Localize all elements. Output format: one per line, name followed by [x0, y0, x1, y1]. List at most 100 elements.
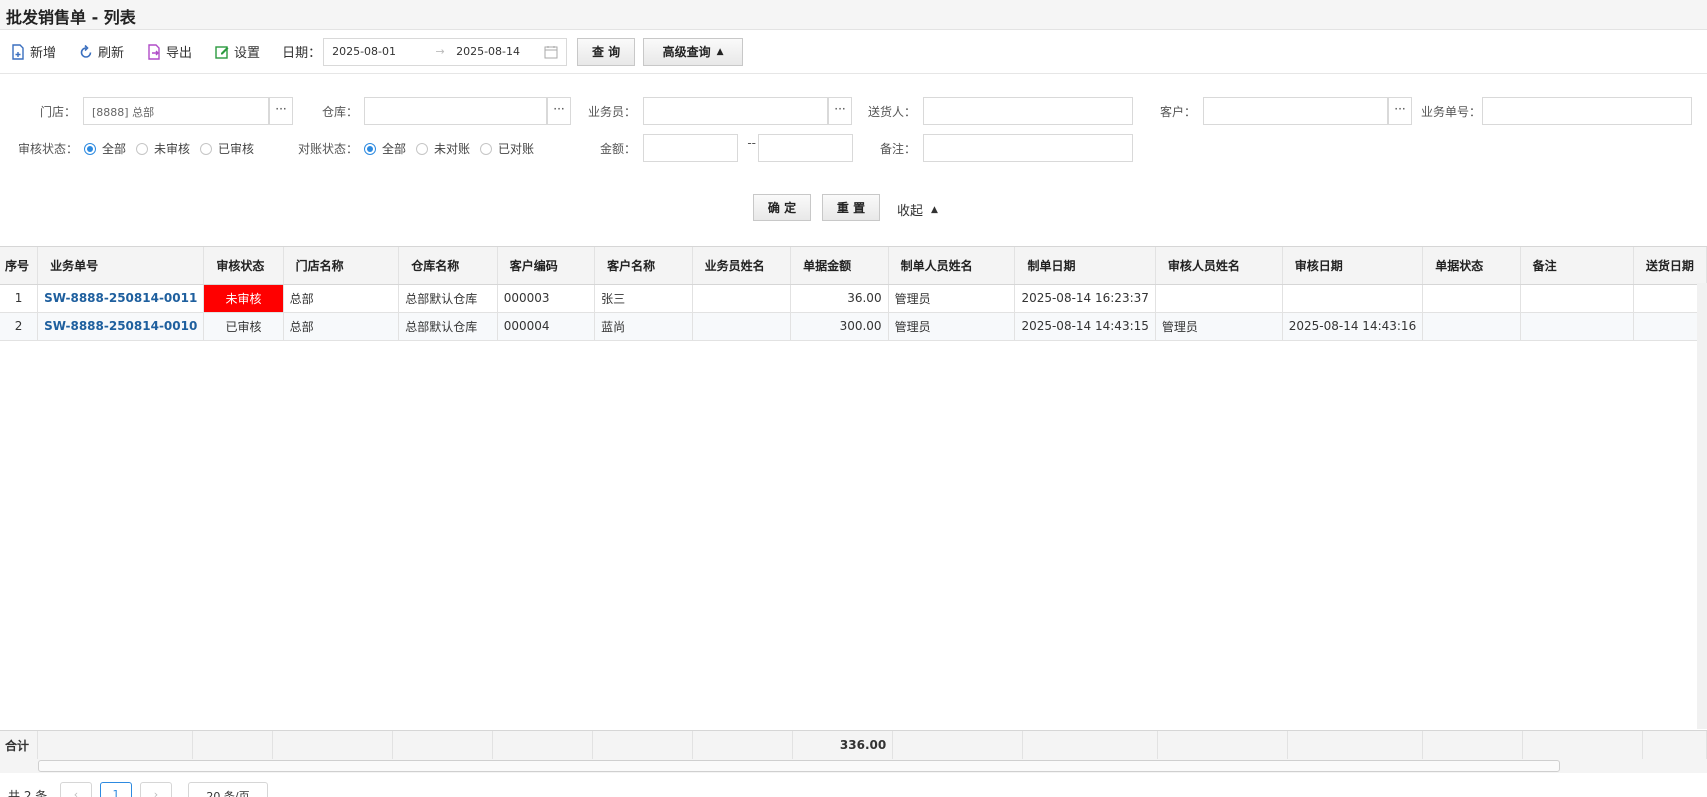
amount-to-input[interactable]	[758, 134, 853, 162]
salesman-label: 业务员：	[587, 105, 636, 119]
cell-customer-name: 蓝尚	[594, 312, 693, 341]
date-range-picker[interactable]: 2025-08-01 → 2025-08-14	[323, 37, 568, 66]
col-header[interactable]: 序号	[0, 247, 39, 285]
cell-customer-code: 000003	[497, 284, 596, 313]
warehouse-input[interactable]	[364, 97, 547, 125]
cell-store: 总部	[283, 312, 400, 341]
toolbar: 新增 刷新 导出 设置 日期： 2025-08-01 → 2025-08-14 …	[0, 30, 1707, 74]
col-header[interactable]: 审核日期	[1282, 247, 1424, 285]
advanced-query-label: 高级查询	[662, 45, 711, 59]
cell-amount: 300.00	[790, 312, 889, 341]
cell-customer-code: 000004	[497, 312, 596, 341]
pagination: 共 2 条 ‹ 1 › 20 条/页	[0, 782, 1707, 797]
totals-row: 合计 336.00	[0, 730, 1707, 760]
recon-radio-reconciled[interactable]: 已对账	[480, 140, 534, 157]
cell-auditor	[1155, 284, 1283, 313]
cell-audit-status: 已审核	[203, 312, 284, 341]
prev-page-button[interactable]: ‹	[60, 782, 92, 797]
col-header[interactable]: 送货日期	[1633, 247, 1707, 285]
reset-button[interactable]: 重 置	[822, 194, 880, 221]
cell-audit-status: 未审核	[203, 284, 284, 313]
amount-separator: --	[747, 136, 756, 150]
next-page-button[interactable]: ›	[140, 782, 172, 797]
page-title: 批发销售单 - 列表	[6, 8, 136, 27]
recon-radio-unreconciled[interactable]: 未对账	[416, 140, 470, 157]
settings-button[interactable]: 设置	[214, 42, 260, 61]
remark-label: 备注：	[879, 142, 916, 156]
settings-label: 设置	[234, 46, 261, 61]
page-number-button[interactable]: 1	[100, 782, 132, 797]
warehouse-picker-button[interactable]: ···	[547, 97, 571, 125]
table-row[interactable]: 1 SW-8888-250814-0011 未审核 总部 总部默认仓库 0000…	[0, 284, 1707, 313]
remark-input[interactable]	[923, 134, 1133, 162]
audit-radio-audited[interactable]: 已审核	[200, 140, 254, 157]
deliverer-input[interactable]	[923, 97, 1133, 125]
refresh-button[interactable]: 刷新	[78, 42, 124, 61]
bizno-input[interactable]	[1482, 97, 1692, 125]
vertical-scrollbar[interactable]	[1697, 283, 1707, 729]
refresh-icon	[80, 44, 92, 58]
col-header[interactable]: 单据状态	[1422, 247, 1521, 285]
salesman-input[interactable]	[643, 97, 828, 125]
customer-picker-button[interactable]: ···	[1388, 97, 1412, 125]
col-header[interactable]: 客户名称	[594, 247, 693, 285]
export-button[interactable]: 导出	[146, 42, 192, 61]
cell-remark	[1520, 312, 1634, 341]
horizontal-scrollbar[interactable]	[38, 760, 1560, 772]
store-picker-button[interactable]: ···	[269, 97, 293, 125]
add-label: 新增	[30, 46, 57, 61]
col-header[interactable]: 客户编码	[497, 247, 596, 285]
col-header[interactable]: 业务员姓名	[692, 247, 792, 285]
cell-auditor: 管理员	[1155, 312, 1283, 341]
cell-index: 2	[0, 312, 39, 341]
page-size-select[interactable]: 20 条/页	[188, 782, 268, 797]
data-grid: 序号 业务单号 审核状态 门店名称 仓库名称 客户编码 客户名称 业务员姓名 单…	[0, 246, 1707, 774]
collapse-toggle[interactable]: 收起 ▲	[897, 200, 938, 219]
table-row[interactable]: 2 SW-8888-250814-0010 已审核 总部 总部默认仓库 0000…	[0, 312, 1707, 341]
cell-remark	[1520, 284, 1634, 313]
date-label: 日期：	[282, 46, 322, 61]
cell-bizno-link[interactable]: SW-8888-250814-0011	[37, 284, 205, 313]
query-button[interactable]: 查 询	[577, 37, 636, 66]
caret-up-icon: ▲	[931, 204, 938, 215]
export-label: 导出	[166, 46, 193, 61]
cell-warehouse: 总部默认仓库	[398, 284, 498, 313]
col-header[interactable]: 制单人员姓名	[888, 247, 1016, 285]
col-header[interactable]: 业务单号	[37, 247, 205, 285]
advanced-query-button[interactable]: 高级查询 ▲	[643, 37, 744, 66]
edit-settings-icon	[215, 45, 229, 59]
date-start[interactable]: 2025-08-01	[332, 45, 428, 58]
title-bar: 批发销售单 - 列表	[0, 0, 1707, 30]
table-header: 序号 业务单号 审核状态 门店名称 仓库名称 客户编码 客户名称 业务员姓名 单…	[0, 247, 1707, 285]
add-button[interactable]: 新增	[10, 42, 56, 61]
cell-index: 1	[0, 284, 39, 313]
record-count: 共 2 条	[8, 789, 48, 797]
col-header[interactable]: 备注	[1520, 247, 1634, 285]
cell-bizno-link[interactable]: SW-8888-250814-0010	[37, 312, 205, 341]
cell-customer-name: 张三	[594, 284, 693, 313]
salesman-picker-button[interactable]: ···	[828, 97, 852, 125]
date-end[interactable]: 2025-08-14	[456, 45, 546, 58]
col-header[interactable]: 审核人员姓名	[1155, 247, 1283, 285]
customer-input[interactable]	[1203, 97, 1388, 125]
col-header[interactable]: 审核状态	[203, 247, 284, 285]
filter-panel: 门店： [8888] 总部 ··· 仓库： ··· 业务员： ··· 送货人： …	[0, 74, 1707, 247]
audit-radio-unaudited[interactable]: 未审核	[136, 140, 190, 157]
store-input[interactable]: [8888] 总部	[83, 97, 269, 125]
cell-creator: 管理员	[888, 284, 1016, 313]
cell-delivery-date	[1633, 284, 1707, 313]
col-header[interactable]: 单据金额	[790, 247, 889, 285]
cell-salesman	[692, 312, 792, 341]
calendar-icon[interactable]	[544, 45, 558, 59]
col-header[interactable]: 门店名称	[283, 247, 400, 285]
confirm-button[interactable]: 确 定	[753, 194, 811, 221]
recon-radio-all[interactable]: 全部	[364, 140, 406, 157]
cell-audit-date: 2025-08-14 14:43:16	[1282, 312, 1424, 341]
amount-from-input[interactable]	[643, 134, 738, 162]
warehouse-label: 仓库：	[321, 105, 358, 119]
cell-audit-date	[1282, 284, 1424, 313]
col-header[interactable]: 制单日期	[1014, 247, 1156, 285]
audit-radio-all[interactable]: 全部	[84, 140, 126, 157]
col-header[interactable]: 仓库名称	[398, 247, 498, 285]
store-label: 门店：	[39, 105, 76, 119]
